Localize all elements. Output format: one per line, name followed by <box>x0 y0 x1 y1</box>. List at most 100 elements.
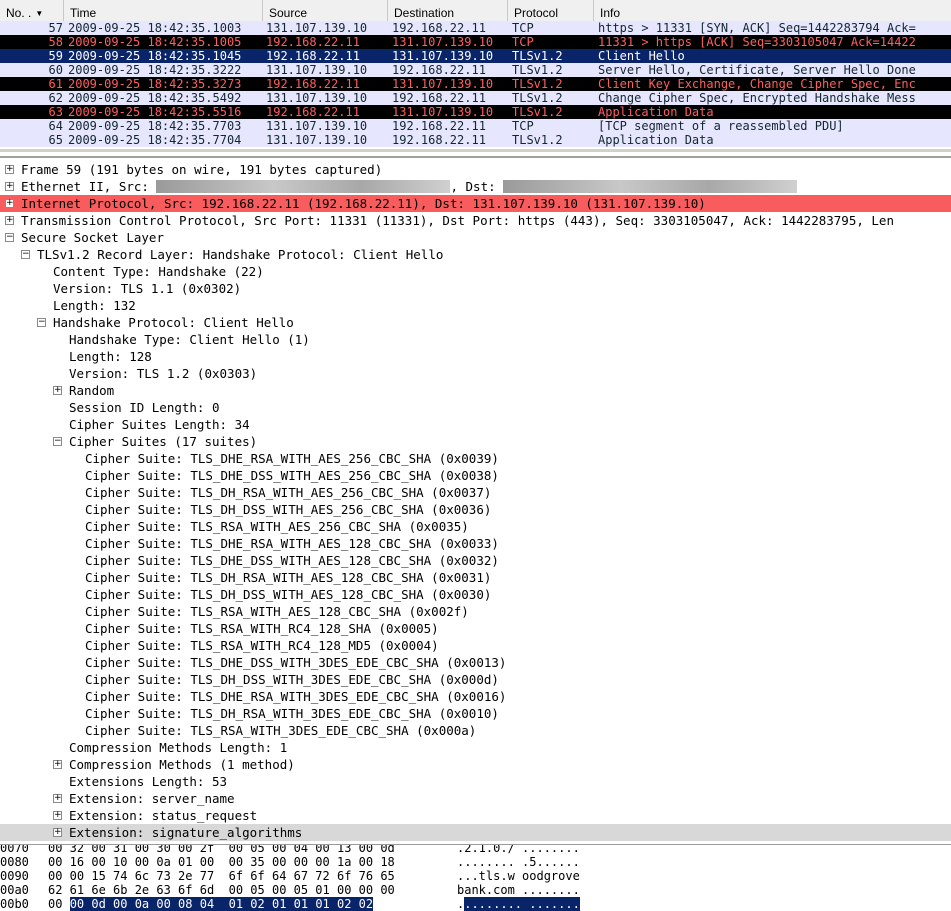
detail-tree-label: Transmission Control Protocol, Src Port:… <box>21 212 894 229</box>
packet-row[interactable]: 58 2009-09-25 18:42:35.1005 192.168.22.11 1… <box>0 35 951 49</box>
detail-tree-item[interactable]: Cipher Suite: TLS_DHE_DSS_WITH_3DES_EDE_… <box>0 654 951 671</box>
hex-offset: 0070 <box>0 844 29 855</box>
detail-tree-item[interactable]: + Extension: signature_algorithms <box>0 824 951 841</box>
detail-tree-item[interactable]: + Transmission Control Protocol, Src Port… <box>0 212 951 229</box>
packet-list-scrollbar[interactable] <box>0 149 951 152</box>
expand-plus-icon[interactable]: + <box>5 216 14 225</box>
detail-tree-item[interactable]: − TLSv1.2 Record Layer: Handshake Protoco… <box>0 246 951 263</box>
expand-plus-icon[interactable]: + <box>5 165 14 174</box>
detail-tree-item[interactable]: Cipher Suite: TLS_DH_RSA_WITH_AES_256_CB… <box>0 484 951 501</box>
detail-tree-item[interactable]: Cipher Suite: TLS_RSA_WITH_3DES_EDE_CBC_… <box>0 722 951 739</box>
column-label: Destination <box>394 6 455 20</box>
sort-descending-icon: ▼ <box>35 9 44 18</box>
detail-tree-item[interactable]: + Extension: status_request <box>0 807 951 824</box>
collapse-minus-icon[interactable]: − <box>37 318 46 327</box>
expand-plus-icon[interactable]: + <box>5 182 14 191</box>
detail-tree-item[interactable]: Cipher Suite: TLS_DH_RSA_WITH_3DES_EDE_C… <box>0 705 951 722</box>
detail-tree-item[interactable]: Content Type: Handshake (22) <box>0 263 951 280</box>
detail-tree-item[interactable]: − Handshake Protocol: Client Hello <box>0 314 951 331</box>
packet-bytes-pane[interactable]: 0070 00 32 00 31 00 30 00 2f 00 05 00 04 … <box>0 844 951 911</box>
detail-tree-item[interactable]: Cipher Suite: TLS_RSA_WITH_AES_128_CBC_S… <box>0 603 951 620</box>
detail-tree-item[interactable]: + Random <box>0 382 951 399</box>
detail-tree-label: Cipher Suite: TLS_RSA_WITH_AES_128_CBC_S… <box>85 603 469 620</box>
hex-offset: 00b0 <box>0 897 29 911</box>
detail-tree-label: Cipher Suites (17 suites) <box>69 433 257 450</box>
packet-protocol-cell: TLSv1.2 <box>512 133 563 147</box>
detail-tree-item[interactable]: Extensions Length: 53 <box>0 773 951 790</box>
packet-row[interactable]: 60 2009-09-25 18:42:35.3222 131.107.139.10… <box>0 63 951 77</box>
packet-details-pane[interactable]: + Frame 59 (191 bytes on wire, 191 bytes … <box>0 156 951 843</box>
hex-row[interactable]: 0080 00 16 00 10 00 0a 01 00 00 35 00 00 … <box>0 855 951 869</box>
packet-no-cell: 63 <box>48 105 63 119</box>
detail-tree-item[interactable]: − Secure Socket Layer <box>0 229 951 246</box>
detail-tree-item[interactable]: Version: TLS 1.1 (0x0302) <box>0 280 951 297</box>
expand-plus-icon[interactable]: + <box>5 199 14 208</box>
packet-row[interactable]: 63 2009-09-25 18:42:35.5516 192.168.22.11 1… <box>0 105 951 119</box>
detail-tree-item[interactable]: Cipher Suite: TLS_DHE_RSA_WITH_3DES_EDE_… <box>0 688 951 705</box>
detail-tree-text: Cipher Suite: TLS_DHE_DSS_WITH_AES_256_C… <box>85 468 499 483</box>
detail-tree-item[interactable]: + Frame 59 (191 bytes on wire, 191 bytes … <box>0 161 951 178</box>
detail-tree-label: Internet Protocol, Src: 192.168.22.11 (1… <box>21 195 706 212</box>
detail-tree-item[interactable]: Length: 132 <box>0 297 951 314</box>
detail-tree-item[interactable]: Handshake Type: Client Hello (1) <box>0 331 951 348</box>
hex-row[interactable]: 00b0 00 00 0d 00 0a 00 08 04 01 02 01 01 … <box>0 897 951 911</box>
detail-tree-item[interactable]: Cipher Suite: TLS_DHE_DSS_WITH_AES_128_C… <box>0 552 951 569</box>
expand-plus-icon[interactable]: + <box>53 386 62 395</box>
expand-plus-icon[interactable]: + <box>53 828 62 837</box>
detail-tree-item[interactable]: + Internet Protocol, Src: 192.168.22.11 (… <box>0 195 951 212</box>
hex-bytes: 00 32 00 31 00 30 00 2f 00 05 00 04 00 1… <box>48 845 395 855</box>
detail-tree-item[interactable]: Cipher Suite: TLS_DHE_DSS_WITH_AES_256_C… <box>0 467 951 484</box>
detail-tree-item[interactable]: Version: TLS 1.2 (0x0303) <box>0 365 951 382</box>
collapse-minus-icon[interactable]: − <box>53 437 62 446</box>
detail-tree-label: Cipher Suites Length: 34 <box>69 416 250 433</box>
detail-tree-item[interactable]: Length: 128 <box>0 348 951 365</box>
collapse-minus-icon[interactable]: − <box>21 250 30 259</box>
hex-row[interactable]: 00a0 62 61 6e 6b 2e 63 6f 6d 00 05 00 05 … <box>0 883 951 897</box>
detail-tree-item[interactable]: + Compression Methods (1 method) <box>0 756 951 773</box>
hex-ascii-selected: ........ ....... <box>464 897 580 911</box>
detail-tree-item[interactable]: + Extension: server_name <box>0 790 951 807</box>
packet-destination-cell: 192.168.22.11 <box>392 133 486 147</box>
detail-tree-item[interactable]: Cipher Suite: TLS_DH_DSS_WITH_AES_128_CB… <box>0 586 951 603</box>
packet-protocol-cell: TLSv1.2 <box>512 105 563 119</box>
hex-row[interactable]: 0070 00 32 00 31 00 30 00 2f 00 05 00 04 … <box>0 844 951 855</box>
packet-info-cell: Server Hello, Certificate, Server Hello … <box>598 63 916 77</box>
hex-row[interactable]: 0090 00 00 15 74 6c 73 2e 77 6f 6f 64 67 … <box>0 869 951 883</box>
detail-tree-label: Version: TLS 1.1 (0x0302) <box>53 280 241 297</box>
detail-tree-item[interactable]: Session ID Length: 0 <box>0 399 951 416</box>
packet-time-cell: 2009-09-25 18:42:35.1005 <box>68 35 242 49</box>
detail-tree-item[interactable]: Cipher Suite: TLS_DH_DSS_WITH_AES_256_CB… <box>0 501 951 518</box>
detail-tree-item[interactable]: − Cipher Suites (17 suites) <box>0 433 951 450</box>
collapse-minus-icon[interactable]: − <box>5 233 14 242</box>
packet-list-pane[interactable]: No. . ▼ Time Source Destination Protocol … <box>0 0 951 152</box>
detail-tree-item[interactable]: Cipher Suite: TLS_RSA_WITH_RC4_128_SHA (… <box>0 620 951 637</box>
packet-row[interactable]: 61 2009-09-25 18:42:35.3273 192.168.22.11 1… <box>0 77 951 91</box>
detail-tree-item[interactable]: Compression Methods Length: 1 <box>0 739 951 756</box>
packet-row[interactable]: 57 2009-09-25 18:42:35.1003 131.107.139.10… <box>0 21 951 35</box>
detail-tree-item[interactable]: Cipher Suite: TLS_RSA_WITH_RC4_128_MD5 (… <box>0 637 951 654</box>
redacted-address <box>503 180 798 193</box>
packet-protocol-cell: TLSv1.2 <box>512 77 563 91</box>
detail-tree-item[interactable]: Cipher Suites Length: 34 <box>0 416 951 433</box>
hex-ascii-text: bank.com ........ <box>457 883 580 897</box>
detail-tree-item[interactable]: Cipher Suite: TLS_RSA_WITH_AES_256_CBC_S… <box>0 518 951 535</box>
packet-row[interactable]: 64 2009-09-25 18:42:35.7703 131.107.139.10… <box>0 119 951 133</box>
hex-ascii-text: ........ .5...... <box>457 855 580 869</box>
packet-info-cell: Client Key Exchange, Change Cipher Spec,… <box>598 77 916 91</box>
column-label: Info <box>600 6 621 20</box>
packet-time-cell: 2009-09-25 18:42:35.5516 <box>68 105 242 119</box>
detail-tree-item[interactable]: Cipher Suite: TLS_DHE_RSA_WITH_AES_256_C… <box>0 450 951 467</box>
detail-tree-label: Cipher Suite: TLS_DHE_DSS_WITH_AES_256_C… <box>85 467 499 484</box>
expand-plus-icon[interactable]: + <box>53 760 62 769</box>
packet-source-cell: 192.168.22.11 <box>266 49 360 63</box>
detail-tree-item[interactable]: Cipher Suite: TLS_DH_RSA_WITH_AES_128_CB… <box>0 569 951 586</box>
packet-row[interactable]: 65 2009-09-25 18:42:35.7704 131.107.139.10… <box>0 133 951 147</box>
packet-row[interactable]: 59 2009-09-25 18:42:35.1045 192.168.22.11 1… <box>0 49 951 63</box>
packet-time-cell: 2009-09-25 18:42:35.3273 <box>68 77 242 91</box>
detail-tree-item[interactable]: Cipher Suite: TLS_DHE_RSA_WITH_AES_128_C… <box>0 535 951 552</box>
expand-plus-icon[interactable]: + <box>53 794 62 803</box>
detail-tree-item[interactable]: + Ethernet II, Src: , Dst: <box>0 178 951 195</box>
packet-row[interactable]: 62 2009-09-25 18:42:35.5492 131.107.139.10… <box>0 91 951 105</box>
expand-plus-icon[interactable]: + <box>53 811 62 820</box>
detail-tree-item[interactable]: Cipher Suite: TLS_DH_DSS_WITH_3DES_EDE_C… <box>0 671 951 688</box>
